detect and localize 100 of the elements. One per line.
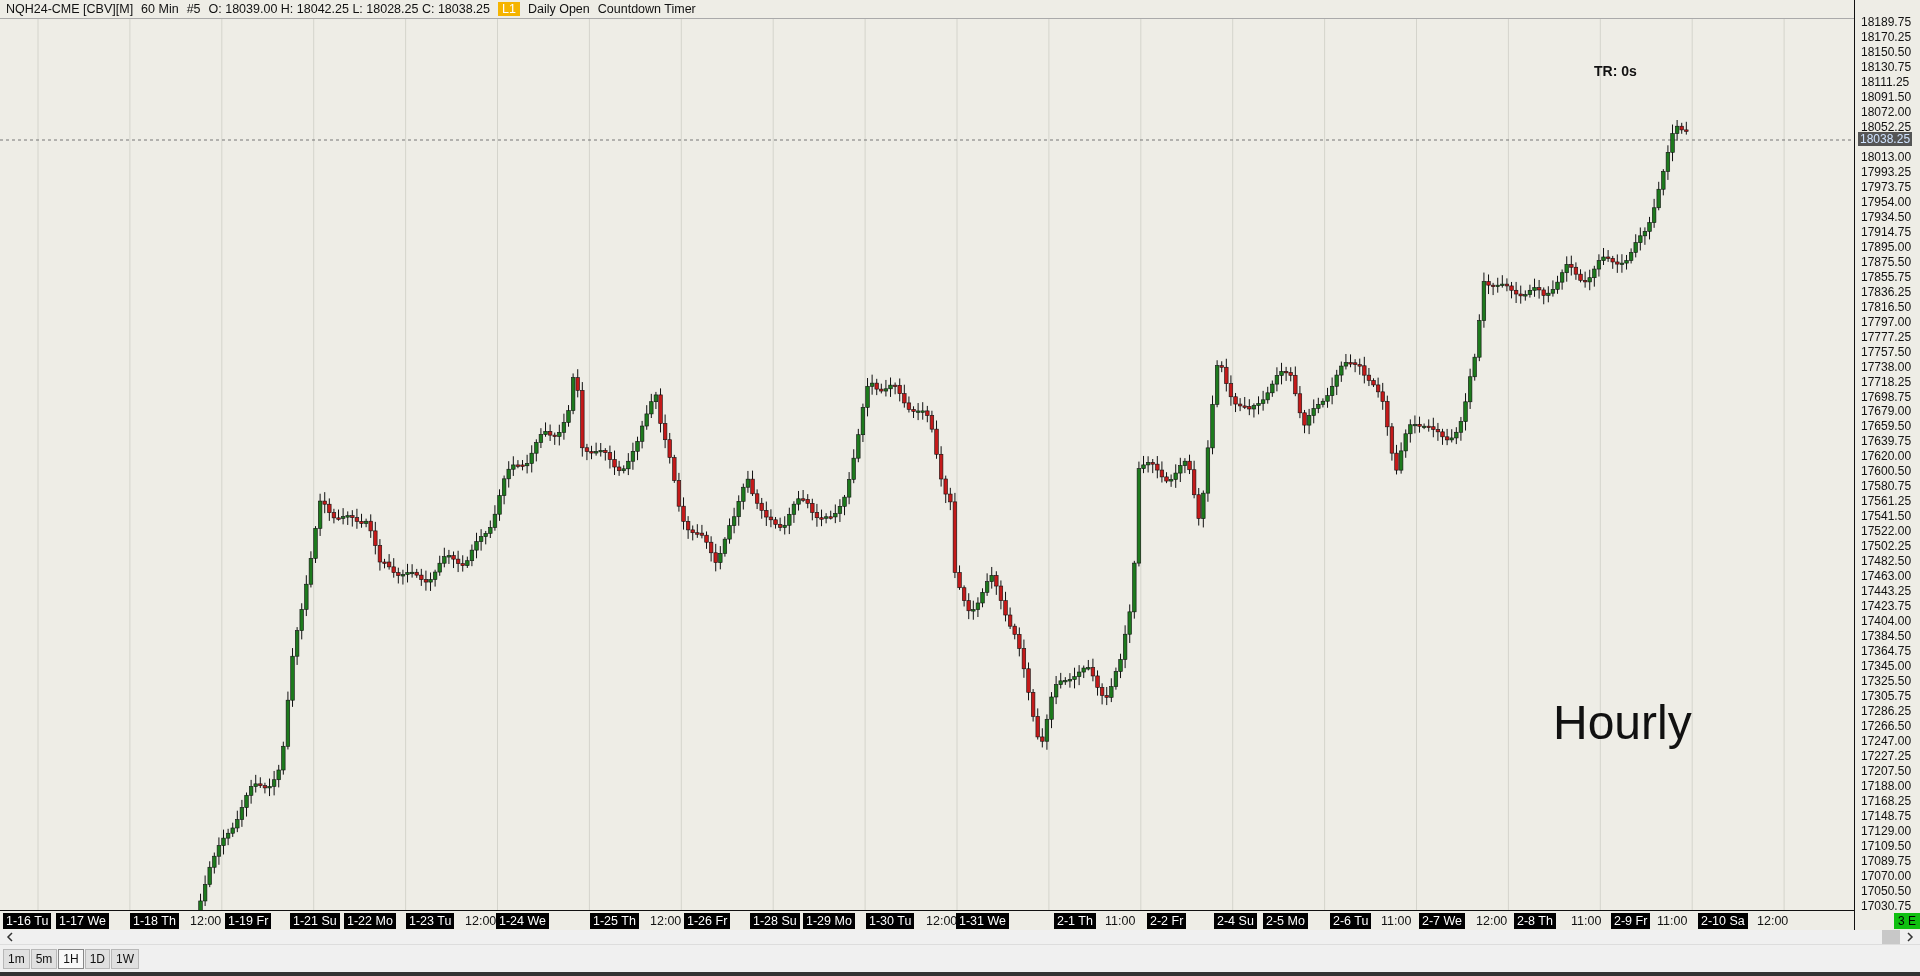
date-label: 1-31 We bbox=[956, 913, 1009, 930]
price-label: 17580.75 bbox=[1861, 479, 1912, 494]
date-label: 2-2 Fr bbox=[1147, 913, 1187, 930]
timeframe-tab[interactable]: 5m bbox=[30, 949, 58, 969]
time-label: 11:00 bbox=[1656, 913, 1689, 930]
chart-note: Hourly bbox=[1553, 695, 1692, 750]
date-label: 1-30 Tu bbox=[866, 913, 915, 930]
price-label: 17679.00 bbox=[1861, 404, 1912, 419]
date-label: 2-6 Tu bbox=[1330, 913, 1372, 930]
date-label: 2-1 Th bbox=[1054, 913, 1096, 930]
study-label: Countdown Timer bbox=[597, 2, 696, 16]
ohlc-text: O: 18039.00 H: 18042.25 L: 18028.25 C: 18038.25 bbox=[208, 2, 491, 16]
time-label: 11:00 bbox=[1380, 913, 1413, 930]
timer-label: TR: 0s bbox=[1594, 63, 1637, 79]
price-label: 17797.00 bbox=[1861, 314, 1912, 329]
price-label: 17030.75 bbox=[1861, 898, 1912, 913]
time-label: 12:00 bbox=[1756, 913, 1790, 930]
price-label: 17443.25 bbox=[1861, 584, 1912, 599]
timeframe-tab[interactable]: 1W bbox=[111, 949, 140, 969]
price-label: 17934.50 bbox=[1861, 209, 1912, 224]
price-label: 17188.00 bbox=[1861, 778, 1912, 793]
price-label: 17404.00 bbox=[1861, 614, 1912, 629]
scroll-left-icon[interactable] bbox=[6, 932, 14, 942]
price-label: 17463.00 bbox=[1861, 569, 1912, 584]
price-label: 17384.50 bbox=[1861, 629, 1912, 644]
price-label: 17423.75 bbox=[1861, 599, 1912, 614]
date-label: 1-19 Fr bbox=[225, 913, 272, 930]
horizontal-scrollbar[interactable] bbox=[0, 930, 1920, 945]
date-label: 1-24 We bbox=[496, 913, 549, 930]
price-label: 18091.50 bbox=[1861, 89, 1912, 104]
scroll-right-icon[interactable] bbox=[1906, 932, 1914, 942]
price-label: 17541.50 bbox=[1861, 509, 1912, 524]
date-label: 1-21 Su bbox=[290, 913, 340, 930]
bar-number-text: #5 bbox=[186, 2, 201, 16]
date-label: 2-4 Su bbox=[1214, 913, 1257, 930]
price-label: 17050.50 bbox=[1861, 883, 1912, 898]
scroll-thumb[interactable] bbox=[1882, 930, 1900, 944]
price-label: 17266.50 bbox=[1861, 719, 1912, 734]
date-label: 2-10 Sa bbox=[1698, 913, 1748, 930]
price-label: 17816.50 bbox=[1861, 299, 1912, 314]
price-label: 17561.25 bbox=[1861, 494, 1912, 509]
price-label: 18013.00 bbox=[1861, 149, 1912, 164]
price-label: 17345.00 bbox=[1861, 659, 1912, 674]
timeframe-tab[interactable]: 1H bbox=[58, 949, 84, 969]
date-label: 1-29 Mo bbox=[803, 913, 855, 930]
price-label: 17836.25 bbox=[1861, 284, 1912, 299]
price-label: 17659.50 bbox=[1861, 419, 1912, 434]
price-label: 18170.25 bbox=[1861, 29, 1912, 44]
price-label: 17620.00 bbox=[1861, 449, 1912, 464]
price-label: 17522.00 bbox=[1861, 524, 1912, 539]
price-label: 17168.25 bbox=[1861, 793, 1912, 808]
price-label: 17895.00 bbox=[1861, 239, 1912, 254]
price-label: 17325.50 bbox=[1861, 674, 1912, 689]
date-label: 1-16 Tu bbox=[3, 913, 52, 930]
price-label: 17777.25 bbox=[1861, 329, 1912, 344]
price-label: 17757.50 bbox=[1861, 344, 1912, 359]
date-label: 1-25 Th bbox=[590, 913, 639, 930]
price-label: 17639.75 bbox=[1861, 434, 1912, 449]
timeframe-tab[interactable]: 1D bbox=[84, 949, 111, 969]
date-label: 1-26 Fr bbox=[684, 913, 731, 930]
date-label: 2-7 We bbox=[1419, 913, 1466, 930]
status-badge: 3 E bbox=[1894, 912, 1920, 929]
date-label: 2-8 Th bbox=[1514, 913, 1556, 930]
price-label: 17855.75 bbox=[1861, 269, 1912, 284]
price-label: 17502.25 bbox=[1861, 539, 1912, 554]
price-label: 17914.75 bbox=[1861, 224, 1912, 239]
price-label: 17600.50 bbox=[1861, 464, 1912, 479]
price-label: 18130.75 bbox=[1861, 59, 1912, 74]
price-label: 17109.50 bbox=[1861, 838, 1912, 853]
date-label: 1-17 We bbox=[56, 913, 109, 930]
price-label: 17089.75 bbox=[1861, 853, 1912, 868]
price-label: 17129.00 bbox=[1861, 823, 1912, 838]
time-label: 11:00 bbox=[1570, 913, 1603, 930]
date-label: 1-18 Th bbox=[130, 913, 179, 930]
time-label: 12:00 bbox=[1475, 913, 1509, 930]
price-label: 17247.00 bbox=[1861, 734, 1912, 749]
time-label: 12:00 bbox=[464, 913, 498, 930]
price-label: 17305.75 bbox=[1861, 689, 1912, 704]
interval-text: 60 Min bbox=[141, 2, 179, 16]
date-label: 2-9 Fr bbox=[1611, 913, 1651, 930]
price-label: 17698.75 bbox=[1861, 389, 1912, 404]
price-label: 17973.75 bbox=[1861, 179, 1912, 194]
price-label: 17718.25 bbox=[1861, 374, 1912, 389]
price-label: 17954.00 bbox=[1861, 194, 1912, 209]
study-label: Daily Open bbox=[527, 2, 590, 16]
time-label: 11:00 bbox=[1104, 913, 1137, 930]
price-label: 18150.50 bbox=[1861, 44, 1912, 59]
time-label: 12:00 bbox=[925, 913, 959, 930]
date-label: 1-28 Su bbox=[750, 913, 800, 930]
price-label: 18052.25 bbox=[1861, 119, 1912, 134]
price-label: 17227.25 bbox=[1861, 749, 1912, 763]
price-label: 18111.25 bbox=[1861, 74, 1910, 89]
time-label: 12:00 bbox=[649, 913, 683, 930]
timeframe-tab[interactable]: 1m bbox=[3, 949, 30, 969]
symbol-text: NQH24-CME [CBV][M] bbox=[6, 2, 134, 16]
current-price-tag: 18038.25 bbox=[1858, 131, 1913, 146]
level-badge: L1 bbox=[498, 2, 520, 16]
price-label: 17286.25 bbox=[1861, 704, 1912, 719]
price-label: 18072.00 bbox=[1861, 104, 1912, 119]
price-label: 17875.50 bbox=[1861, 254, 1912, 269]
